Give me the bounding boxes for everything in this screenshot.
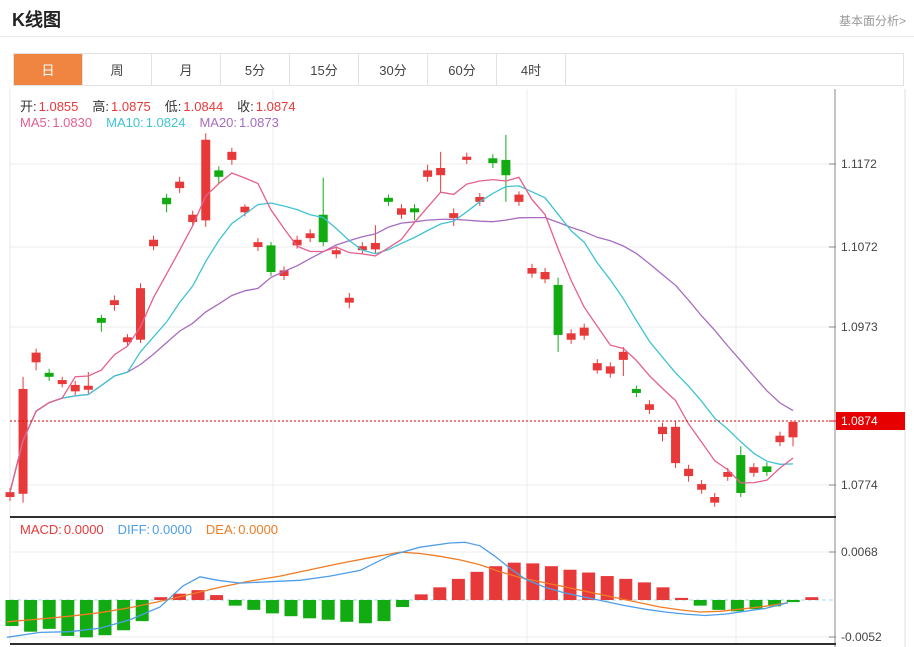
- tab-5min[interactable]: 5分: [221, 54, 290, 85]
- tab-30min[interactable]: 30分: [359, 54, 428, 85]
- y-axis-tick-label: -0.0052: [841, 630, 882, 644]
- legend-item: 低:1.0844: [165, 99, 223, 114]
- tab-month[interactable]: 月: [152, 54, 221, 85]
- tab-60min[interactable]: 60分: [428, 54, 497, 85]
- interval-tabbar: 日周月5分15分30分60分4时: [13, 53, 904, 86]
- legend-item: 开:1.0855: [20, 99, 78, 114]
- tabbar-filler: [566, 54, 903, 85]
- y-axis-tick-label: 1.0774: [841, 478, 878, 492]
- legend-item: MACD:0.0000: [20, 522, 104, 537]
- macd-legend: MACD:0.0000 DIFF:0.0000 DEA:0.0000: [20, 522, 292, 537]
- fundamental-analysis-link[interactable]: 基本面分析>: [839, 12, 906, 29]
- y-axis-tick-label: 1.0973: [841, 320, 878, 334]
- legend-item: 高:1.0875: [92, 99, 150, 114]
- legend-item: 收:1.0874: [237, 99, 295, 114]
- legend-item: MA5:1.0830: [20, 115, 92, 130]
- ma-legend: MA5:1.0830 MA10:1.0824 MA20:1.0873: [20, 115, 293, 130]
- y-axis-tick-label: 1.1172: [841, 157, 877, 171]
- legend-item: DEA:0.0000: [206, 522, 278, 537]
- ohlc-legend: 开:1.0855 高:1.0875 低:1.0844 收:1.0874: [20, 96, 310, 115]
- y-axis-tick-label: 0.0068: [841, 545, 878, 559]
- legend-item: DIFF:0.0000: [118, 522, 192, 537]
- price-chart-canvas[interactable]: [10, 89, 835, 517]
- tab-week[interactable]: 周: [83, 54, 152, 85]
- header-divider: [0, 36, 914, 37]
- tab-15min[interactable]: 15分: [290, 54, 359, 85]
- kline-page: { "page": { "title": "K线图", "link": "基本面…: [0, 0, 914, 647]
- tab-day[interactable]: 日: [14, 54, 83, 85]
- legend-item: MA20:1.0873: [199, 115, 278, 130]
- legend-item: MA10:1.0824: [106, 115, 185, 130]
- tab-4hour[interactable]: 4时: [497, 54, 566, 85]
- y-axis-tick-label: 1.1072: [841, 240, 878, 254]
- page-title: K线图: [12, 6, 61, 32]
- y-axis-tick-label: 1.0874: [841, 414, 878, 428]
